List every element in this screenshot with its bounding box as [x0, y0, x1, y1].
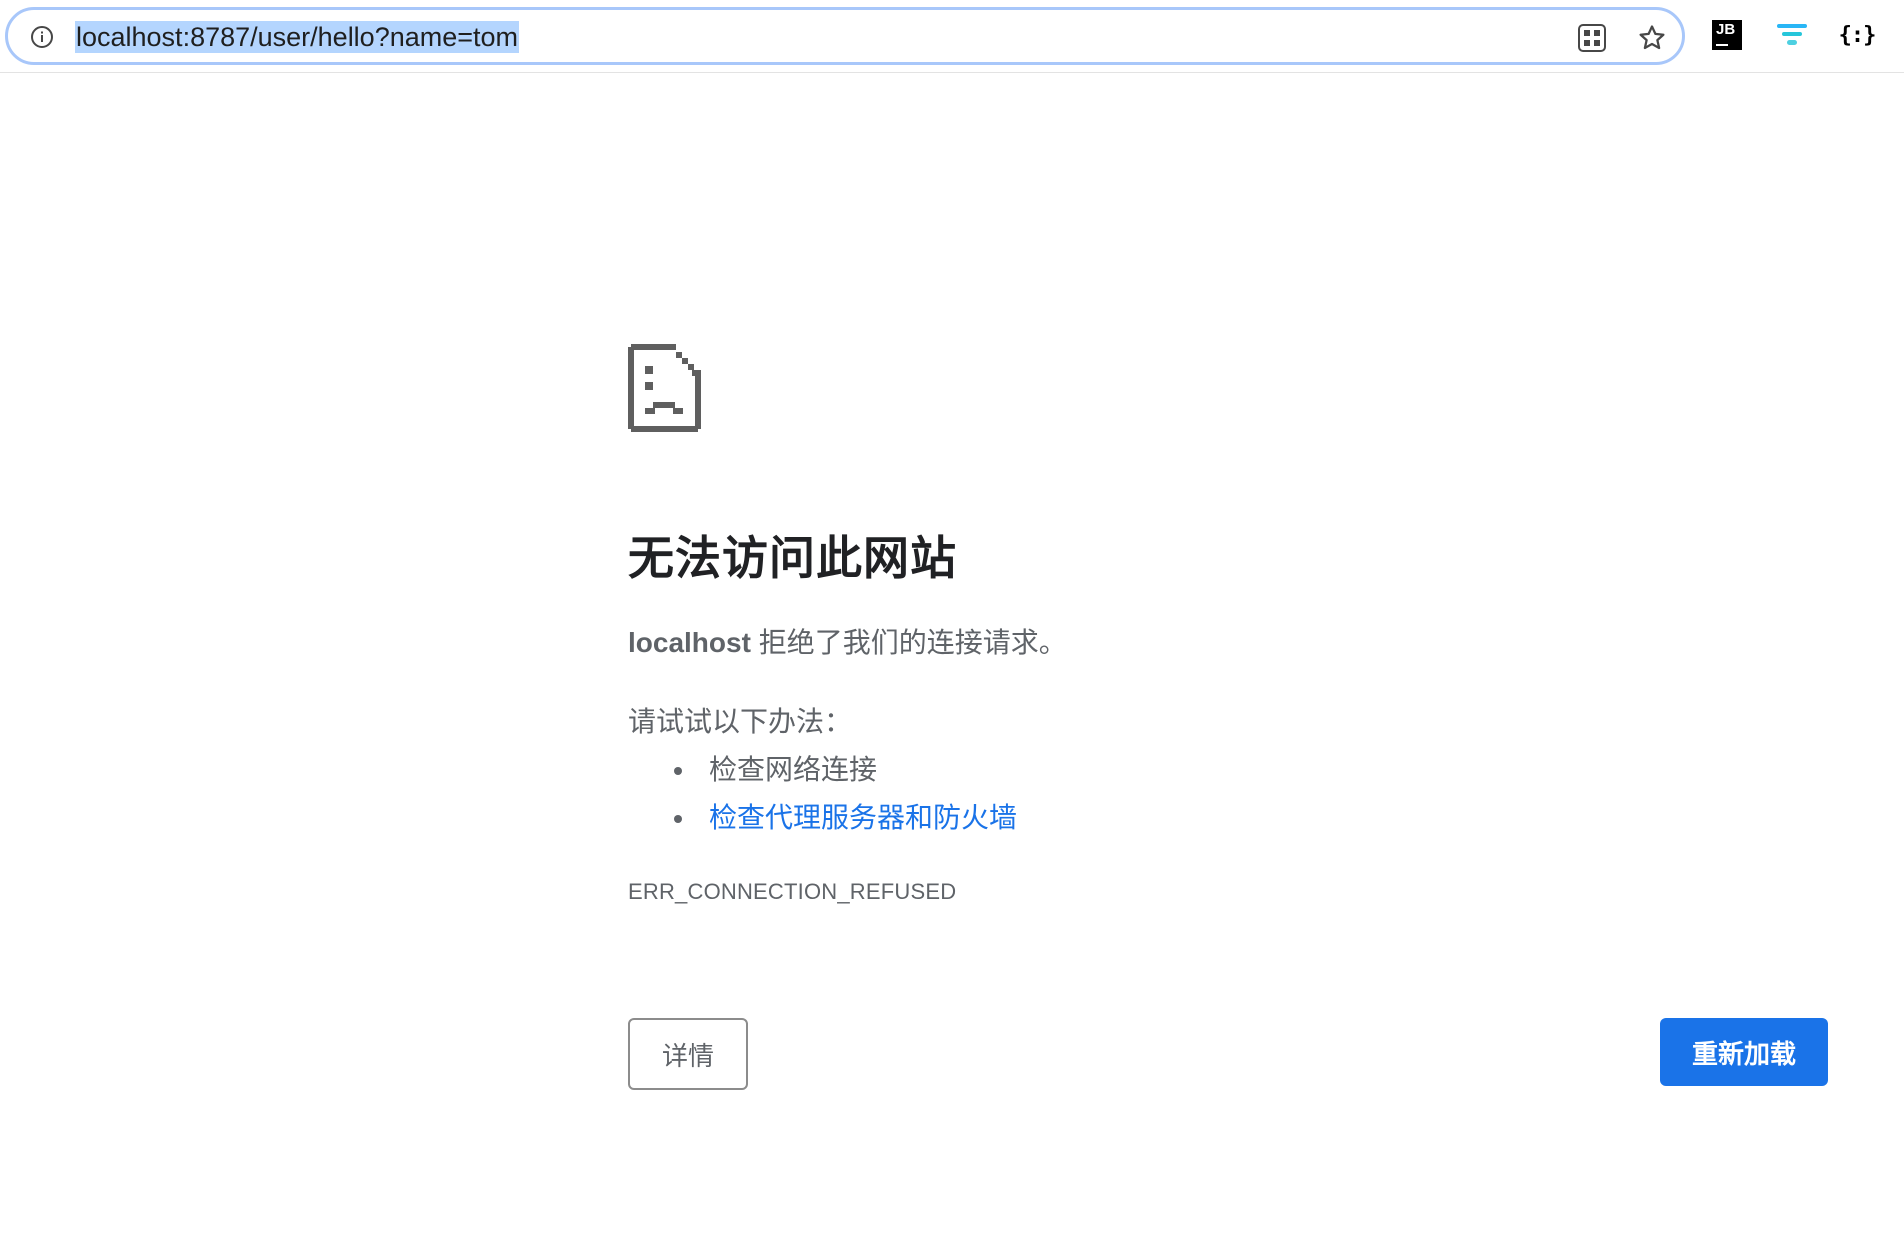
star-icon[interactable]	[1636, 22, 1668, 54]
sad-page-icon	[628, 344, 701, 432]
summary-text: 拒绝了我们的连接请求。	[750, 627, 1067, 658]
info-icon[interactable]	[30, 25, 54, 49]
summary-host: localhost	[628, 627, 751, 658]
grid-icon[interactable]	[1576, 22, 1608, 54]
url-text[interactable]: localhost:8787/user/hello?name=tom	[75, 21, 520, 53]
json-braces-icon[interactable]: {:}	[1838, 18, 1877, 52]
suggestion-link-proxy-firewall[interactable]: 检查代理服务器和防火墙	[673, 794, 1017, 842]
suggestion-item: 检查网络连接	[673, 746, 1017, 794]
suggestions-list: 检查网络连接 检查代理服务器和防火墙	[673, 746, 1017, 842]
browser-toolbar: localhost:8787/user/hello?name=tom JB {:…	[0, 0, 1904, 73]
jetbrains-icon[interactable]: JB	[1710, 18, 1744, 52]
address-bar[interactable]: localhost:8787/user/hello?name=tom	[5, 7, 1685, 65]
error-code: ERR_CONNECTION_REFUSED	[628, 879, 957, 904]
details-button[interactable]: 详情	[628, 1018, 748, 1090]
json-braces-label: {:}	[1838, 22, 1877, 48]
filter-icon[interactable]	[1775, 18, 1809, 52]
suggestions-label: 请试试以下办法：	[628, 706, 853, 737]
jetbrains-label: JB	[1716, 21, 1736, 38]
page-title: 无法访问此网站	[628, 532, 957, 584]
error-summary: localhost 拒绝了我们的连接请求。	[628, 621, 1067, 661]
reload-button[interactable]: 重新加载	[1660, 1018, 1828, 1086]
